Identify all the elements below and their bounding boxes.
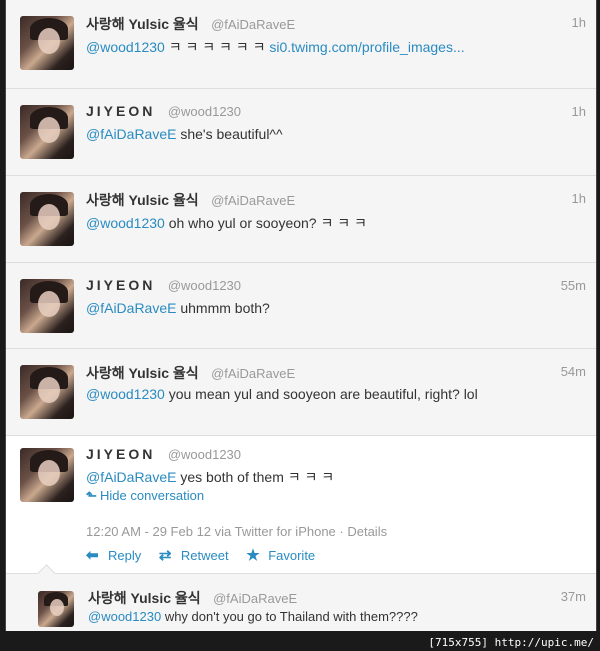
tweet-text: @fAiDaRaveE uhmmm both?: [86, 300, 586, 316]
avatar[interactable]: [20, 448, 74, 502]
avatar[interactable]: [20, 16, 74, 70]
tweet[interactable]: 사랑해 Yulsic 율식 @fAiDaRaveE 54m @wood1230 …: [6, 349, 596, 436]
fullname[interactable]: JIYEON: [86, 103, 155, 119]
timestamp[interactable]: 54m: [561, 364, 586, 379]
tweet-text: @wood1230 you mean yul and sooyeon are b…: [86, 386, 586, 402]
mention-link[interactable]: @wood1230: [86, 215, 165, 231]
tweet-text: @wood1230 why don't you go to Thailand w…: [88, 609, 586, 624]
mention-link[interactable]: @fAiDaRaveE: [86, 469, 176, 485]
tweet-body: ㅋ ㅋ ㅋ ㅋ ㅋ ㅋ: [164, 39, 270, 55]
fullname[interactable]: 사랑해 Yulsic 율식: [86, 365, 199, 381]
star-icon: ★: [246, 547, 260, 564]
username[interactable]: @fAiDaRaveE: [211, 366, 295, 381]
avatar[interactable]: [20, 279, 74, 333]
reply-label: Reply: [108, 548, 142, 563]
mention-link[interactable]: @fAiDaRaveE: [86, 126, 176, 142]
timestamp[interactable]: 1h: [572, 191, 586, 206]
tweet-body: yes both of them ㅋ ㅋ ㅋ: [176, 469, 335, 485]
avatar[interactable]: [20, 192, 74, 246]
arrow-back-icon: ⬑: [86, 488, 97, 503]
username[interactable]: @fAiDaRaveE: [211, 193, 295, 208]
tweet-actions: ⬅ Reply ⇄ Retweet ★ Favorite: [86, 546, 329, 564]
fullname[interactable]: 사랑해 Yulsic 율식: [88, 590, 201, 606]
reply-tweet[interactable]: 사랑해 Yulsic 율식 @fAiDaRaveE 37m @wood1230 …: [6, 564, 596, 631]
watermark: [715x755] http://upic.me/: [428, 636, 594, 649]
tweet-expanded[interactable]: JIYEON @wood1230 @fAiDaRaveE yes both of…: [6, 436, 596, 574]
mention-link[interactable]: @wood1230: [88, 609, 161, 624]
username[interactable]: @wood1230: [168, 104, 241, 119]
tweet-text: @fAiDaRaveE she's beautiful^^: [86, 126, 586, 142]
tweet-meta: 12:20 AM - 29 Feb 12 via Twitter for iPh…: [86, 524, 388, 539]
tweet-text: @wood1230 ㅋ ㅋ ㅋ ㅋ ㅋ ㅋ si0.twimg.com/prof…: [86, 37, 586, 57]
avatar[interactable]: [20, 105, 74, 159]
tweet-body: uhmmm both?: [176, 300, 270, 316]
timestamp[interactable]: 1h: [572, 104, 586, 119]
reply-button[interactable]: ⬅ Reply: [86, 546, 141, 564]
mention-link[interactable]: @fAiDaRaveE: [86, 300, 176, 316]
tweet[interactable]: JIYEON @wood1230 1h @fAiDaRaveE she's be…: [6, 89, 596, 176]
fullname[interactable]: 사랑해 Yulsic 율식: [86, 16, 199, 32]
mention-link[interactable]: @wood1230: [86, 39, 165, 55]
tweet-body: oh who yul or sooyeon? ㅋ ㅋ ㅋ: [164, 215, 367, 231]
tweet-text: @fAiDaRaveE yes both of them ㅋ ㅋ ㅋ: [86, 467, 586, 487]
hide-conversation-label: Hide conversation: [100, 488, 205, 503]
favorite-label: Favorite: [268, 548, 316, 563]
fullname[interactable]: 사랑해 Yulsic 율식: [86, 192, 199, 208]
fullname[interactable]: JIYEON: [86, 446, 155, 462]
tweet[interactable]: 사랑해 Yulsic 율식 @fAiDaRaveE 1h @wood1230 o…: [6, 176, 596, 263]
tweet-body: she's beautiful^^: [176, 126, 283, 142]
url-link[interactable]: si0.twimg.com/profile_images...: [269, 39, 464, 55]
avatar[interactable]: [20, 365, 74, 419]
timeline: 사랑해 Yulsic 율식 @fAiDaRaveE 1h @wood1230 ㅋ…: [5, 0, 597, 631]
avatar[interactable]: [38, 591, 74, 627]
retweet-label: Retweet: [180, 548, 229, 563]
tweet-body: you mean yul and sooyeon are beautiful, …: [164, 386, 478, 402]
username[interactable]: @fAiDaRaveE: [211, 17, 295, 32]
timestamp[interactable]: 55m: [561, 278, 586, 293]
tweet-body: why don't you go to Thailand with them??…: [161, 609, 418, 624]
username[interactable]: @wood1230: [168, 447, 241, 462]
fullname[interactable]: JIYEON: [86, 277, 155, 293]
timestamp[interactable]: 37m: [561, 589, 586, 604]
reply-icon: ⬅: [86, 547, 99, 564]
username[interactable]: @fAiDaRaveE: [213, 591, 297, 606]
retweet-icon: ⇄: [158, 547, 172, 564]
timestamp[interactable]: 1h: [572, 15, 586, 30]
hide-conversation-link[interactable]: ⬑ Hide conversation: [86, 488, 204, 504]
favorite-button[interactable]: ★ Favorite: [246, 546, 315, 564]
tweet[interactable]: JIYEON @wood1230 55m @fAiDaRaveE uhmmm b…: [6, 263, 596, 349]
tweet-text: @wood1230 oh who yul or sooyeon? ㅋ ㅋ ㅋ: [86, 213, 586, 233]
mention-link[interactable]: @wood1230: [86, 386, 165, 402]
retweet-button[interactable]: ⇄ Retweet: [159, 546, 229, 564]
username[interactable]: @wood1230: [168, 278, 241, 293]
tweet[interactable]: 사랑해 Yulsic 율식 @fAiDaRaveE 1h @wood1230 ㅋ…: [6, 0, 596, 89]
